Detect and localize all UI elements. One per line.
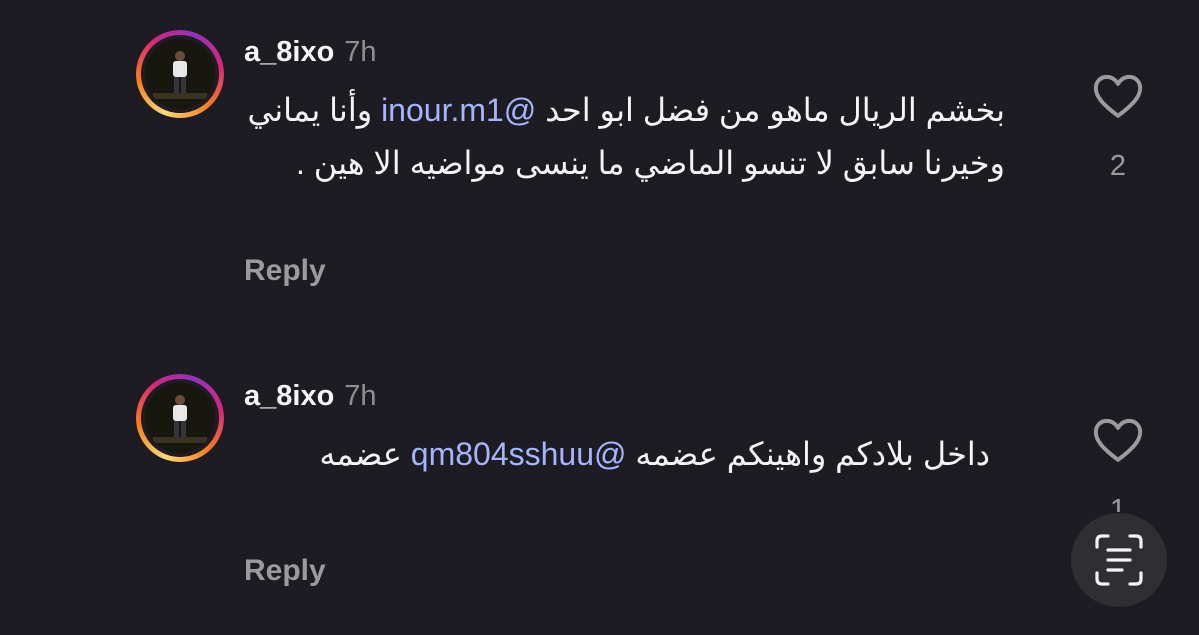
username[interactable]: a_8ixo bbox=[244, 36, 334, 68]
like-button[interactable] bbox=[1090, 68, 1146, 124]
heart-outline-icon bbox=[1093, 418, 1143, 462]
mention-link[interactable]: @qm804sshuu bbox=[411, 436, 627, 472]
comment-header: a_8ixo 7h bbox=[244, 34, 377, 70]
comment-text-rest: عضمه bbox=[319, 436, 402, 472]
avatar-border bbox=[141, 35, 219, 113]
avatar[interactable] bbox=[136, 30, 224, 118]
avatar[interactable] bbox=[136, 374, 224, 462]
like-button[interactable] bbox=[1090, 412, 1146, 468]
live-text-scan-button[interactable] bbox=[1071, 513, 1167, 607]
reply-button[interactable]: Reply bbox=[244, 254, 326, 288]
comment-text: داخل بلادكم واهينكم عضمه @qm804sshuu عضم… bbox=[230, 428, 990, 481]
heart-outline-icon bbox=[1093, 74, 1143, 118]
like-count: 2 bbox=[1109, 150, 1127, 182]
avatar-photo bbox=[145, 39, 215, 109]
comment-header: a_8ixo 7h bbox=[244, 378, 377, 414]
live-text-scan-icon bbox=[1095, 534, 1143, 586]
comment-text: بخشم الريال ماهو من فضل ابو احد @inour.m… bbox=[230, 84, 1005, 190]
timestamp: 7h bbox=[344, 36, 377, 68]
comment-text-line1: داخل بلادكم واهينكم عضمه bbox=[635, 436, 990, 472]
comment-item: a_8ixo 7h بخشم الريال ماهو من فضل ابو احد… bbox=[0, 28, 1199, 328]
comment-text-line1: بخشم الريال ماهو من فضل ابو احد bbox=[545, 92, 1005, 128]
like-count: 1 bbox=[1109, 494, 1127, 512]
comments-screen: a_8ixo 7h بخشم الريال ماهو من فضل ابو احد… bbox=[0, 0, 1199, 635]
avatar-border bbox=[141, 379, 219, 457]
mention-link[interactable]: @inour.m1 bbox=[381, 92, 536, 128]
username[interactable]: a_8ixo bbox=[244, 380, 334, 412]
comment-item: a_8ixo 7h داخل بلادكم واهينكم عضمه @qm804… bbox=[0, 372, 1199, 635]
reply-button[interactable]: Reply bbox=[244, 554, 326, 588]
timestamp: 7h bbox=[344, 380, 377, 412]
avatar-photo bbox=[145, 383, 215, 453]
